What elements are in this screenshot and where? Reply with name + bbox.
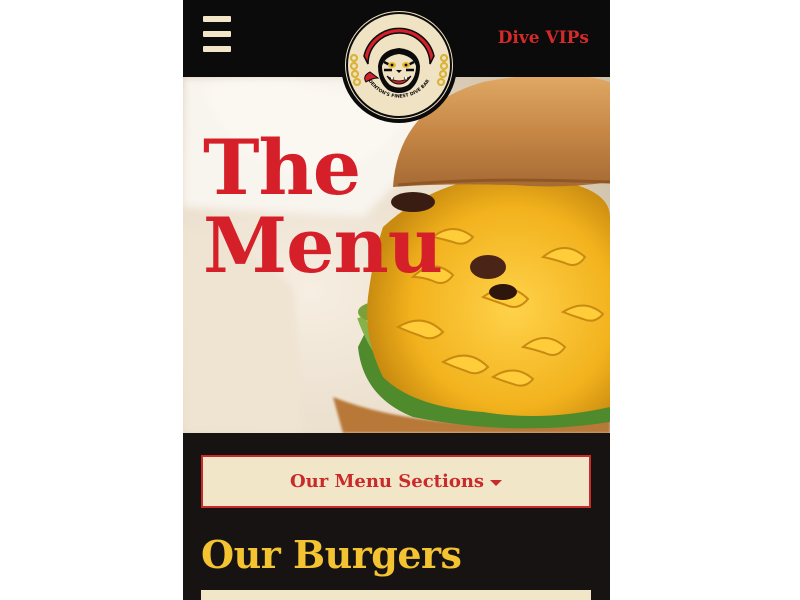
menu-item-card — [201, 590, 591, 600]
menu-sections-label: Our Menu Sections — [289, 471, 485, 492]
cool-beans-logo[interactable]: COOL BEANS DENTON'S FINEST DIVE BAR — [340, 6, 458, 124]
hamburger-menu-icon[interactable] — [203, 16, 231, 56]
section-heading-burgers: Our Burgers — [201, 532, 462, 577]
caret-down-icon — [490, 479, 503, 486]
page-title: The Menu — [203, 123, 443, 290]
menu-sections-dropdown[interactable]: Our Menu Sections — [201, 455, 591, 508]
dive-vips-link[interactable]: Dive VIPs — [498, 28, 589, 48]
title-line-1: The — [203, 123, 361, 212]
hero-banner: The Menu — [183, 77, 610, 433]
logo-graphic: COOL BEANS DENTON'S FINEST DIVE BAR — [341, 7, 457, 123]
mobile-page: The Menu Dive VIPs COOL BEANS DENTON'S F… — [183, 0, 610, 600]
title-line-2: Menu — [203, 201, 443, 290]
